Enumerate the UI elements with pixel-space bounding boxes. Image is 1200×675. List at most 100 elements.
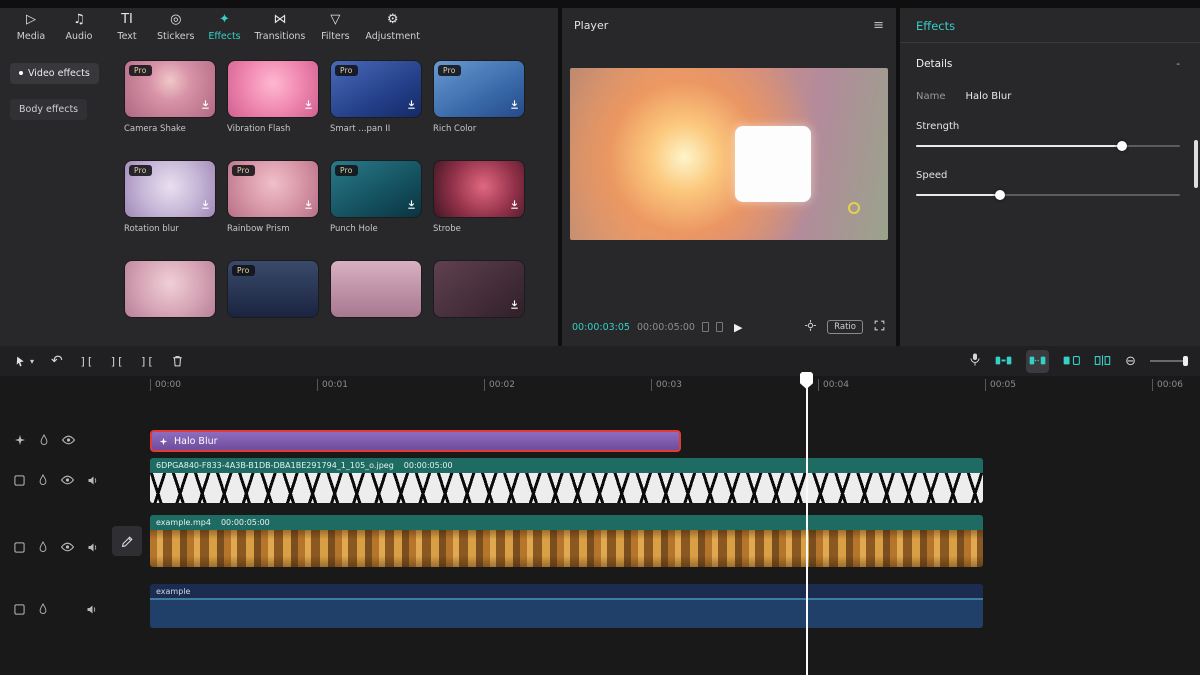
effect-label: Punch Hole: [330, 224, 422, 234]
sidebar-item-label: Video effects: [28, 68, 90, 79]
tab-label: Audio: [65, 31, 92, 42]
droplet-icon[interactable]: [38, 474, 48, 486]
snap-preview-icon[interactable]: [804, 319, 817, 335]
effect-clip-icon: [159, 437, 168, 446]
current-time: 00:00:03:05: [572, 322, 630, 333]
preview-quality-toggle-2[interactable]: [716, 322, 723, 332]
effect-card-camera-shake[interactable]: Pro Camera Shake: [124, 60, 216, 134]
ratio-button[interactable]: Ratio: [827, 320, 863, 334]
tab-label: Media: [17, 31, 46, 42]
magnetic-snap-button[interactable]: [995, 352, 1012, 371]
split-preview-button[interactable]: [1094, 352, 1111, 371]
effect-label: Strobe: [433, 224, 525, 234]
effect-card-punch-hole[interactable]: Pro Punch Hole: [330, 160, 422, 234]
download-icon: [200, 195, 211, 214]
auto-link-button[interactable]: [1026, 350, 1049, 373]
pro-badge: Pro: [129, 165, 152, 176]
tab-transitions[interactable]: ⋈Transitions: [249, 12, 310, 42]
fullscreen-icon[interactable]: [873, 319, 886, 335]
keyframe-button[interactable]: [1063, 352, 1080, 371]
audio-clip[interactable]: example: [150, 584, 983, 628]
speed-slider[interactable]: [916, 190, 1180, 200]
record-voiceover-button[interactable]: [969, 352, 981, 371]
zoom-out-icon[interactable]: ⊖: [1125, 354, 1136, 369]
clip-track-icon: [14, 604, 25, 615]
collapse-icon[interactable]: -: [1176, 58, 1180, 70]
edit-clip-button[interactable]: [112, 526, 142, 556]
download-icon: [509, 95, 520, 114]
mute-icon[interactable]: [87, 542, 99, 553]
effect-label: Smart ...pan II: [330, 124, 422, 134]
effect-details-panel: Effects Details - Name Halo Blur Strengt…: [900, 8, 1200, 346]
strength-slider[interactable]: [916, 141, 1180, 151]
image-track-controls: [14, 472, 99, 488]
split-right-button[interactable]: ][: [140, 355, 153, 368]
effect-card-vibration-flash[interactable]: Vibration Flash: [227, 60, 319, 134]
effect-card-10[interactable]: Pro: [227, 260, 319, 324]
timeline-ruler[interactable]: 00:00 00:01 00:02 00:03 00:04 00:05 00:0…: [0, 378, 1200, 394]
preview-quality-toggle[interactable]: [702, 322, 709, 332]
eye-icon[interactable]: [61, 475, 74, 485]
effect-thumbnail: Pro: [227, 260, 319, 318]
effect-card-12[interactable]: [433, 260, 525, 324]
effect-clip-halo-blur[interactable]: Halo Blur: [150, 430, 681, 452]
play-button[interactable]: ▶: [734, 321, 742, 334]
effect-thumbnail: Pro: [433, 60, 525, 118]
mute-icon[interactable]: [87, 475, 99, 486]
timeline: ▾ ↶ ][ ][ ][: [0, 346, 1200, 675]
effect-thumbnail: Pro: [330, 160, 422, 218]
panel-scrollbar[interactable]: [1194, 140, 1198, 188]
details-label: Details: [916, 58, 952, 70]
video-preview[interactable]: [570, 68, 888, 240]
split-left-button[interactable]: ][: [80, 355, 93, 368]
timeline-zoom-slider[interactable]: [1150, 360, 1186, 362]
sidebar-item-body-effects[interactable]: Body effects: [10, 99, 87, 120]
tab-adjustment[interactable]: ⚙ Adjustment: [360, 12, 425, 42]
image-clip[interactable]: 6DPGA840-F833-4A3B-B1DB-DBA1BE291794_1_1…: [150, 458, 983, 503]
library-tabs: ▷Media ♫Audio TIText ◎Stickers ✦Effects …: [0, 8, 558, 50]
effect-card-rainbow-prism[interactable]: Pro Rainbow Prism: [227, 160, 319, 234]
effect-thumbnail: [227, 60, 319, 118]
effect-label: Rotation blur: [124, 224, 216, 234]
tab-filters[interactable]: ▽Filters: [312, 12, 358, 42]
video-clip[interactable]: example.mp4 00:00:05:00: [150, 515, 983, 567]
delete-button[interactable]: [171, 354, 184, 368]
effect-track-controls: [14, 432, 75, 448]
droplet-icon[interactable]: [38, 541, 48, 553]
strength-slider-handle[interactable]: [1117, 141, 1127, 151]
effect-card-strobe[interactable]: Strobe: [433, 160, 525, 234]
cursor-icon: [14, 355, 27, 368]
tab-media[interactable]: ▷Media: [8, 12, 54, 42]
split-button[interactable]: ][: [110, 355, 123, 368]
player-menu-icon[interactable]: ≡: [873, 18, 884, 33]
eye-icon[interactable]: [62, 435, 75, 445]
undo-button[interactable]: ↶: [51, 353, 63, 369]
eye-icon[interactable]: [61, 542, 74, 552]
effect-card-9[interactable]: [124, 260, 216, 324]
playhead-line[interactable]: [806, 376, 808, 675]
effect-thumbnail: [433, 260, 525, 318]
tab-label: Stickers: [157, 31, 194, 42]
droplet-icon[interactable]: [38, 603, 48, 615]
speed-slider-handle[interactable]: [995, 190, 1005, 200]
tab-stickers[interactable]: ◎Stickers: [152, 12, 199, 42]
tab-label: Adjustment: [365, 31, 420, 42]
tab-label: Text: [117, 31, 136, 42]
image-clip-filename: 6DPGA840-F833-4A3B-B1DB-DBA1BE291794_1_1…: [156, 461, 394, 470]
ruler-tick: 00:06: [1152, 379, 1183, 391]
zoom-slider-handle[interactable]: [1183, 356, 1188, 366]
effect-card-rotation-blur[interactable]: Pro Rotation blur: [124, 160, 216, 234]
droplet-icon[interactable]: [39, 434, 49, 446]
effect-card-smart-pan[interactable]: Pro Smart ...pan II: [330, 60, 422, 134]
chevron-down-icon: ▾: [30, 357, 34, 366]
effect-thumbnail: Pro: [227, 160, 319, 218]
mute-icon[interactable]: [86, 604, 98, 615]
sidebar-item-video-effects[interactable]: Video effects: [10, 63, 99, 84]
adjustment-icon: ⚙: [387, 12, 399, 28]
effect-card-rich-color[interactable]: Pro Rich Color: [433, 60, 525, 134]
effect-card-11[interactable]: [330, 260, 422, 324]
tab-audio[interactable]: ♫Audio: [56, 12, 102, 42]
select-tool-button[interactable]: ▾: [14, 355, 34, 368]
tab-text[interactable]: TIText: [104, 12, 150, 42]
tab-effects[interactable]: ✦Effects: [201, 12, 247, 42]
